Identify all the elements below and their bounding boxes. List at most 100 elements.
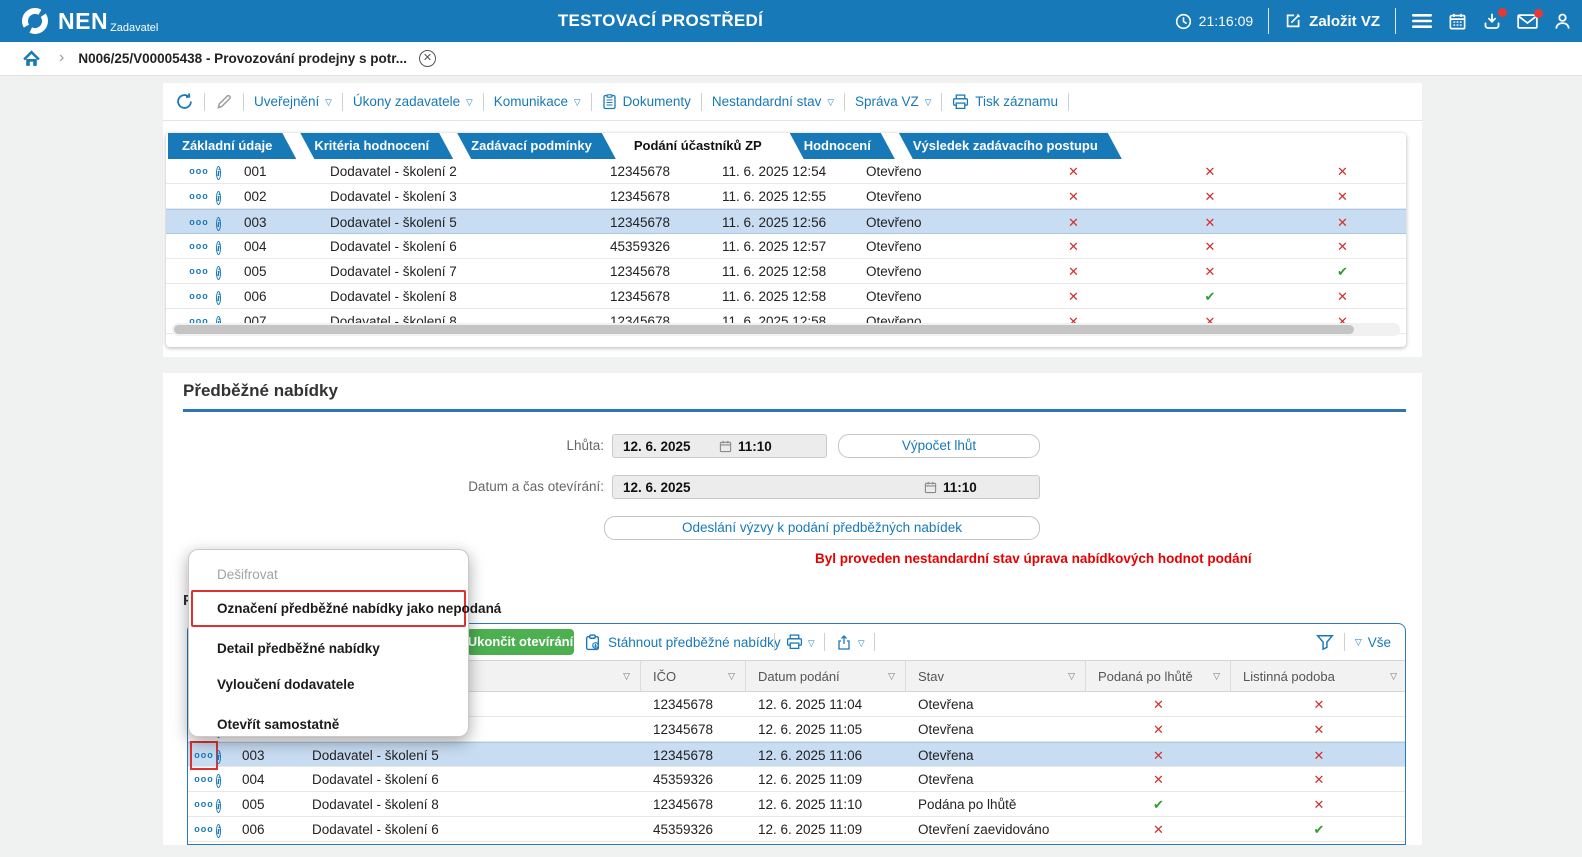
toolbar-separator — [701, 93, 702, 111]
info-icon[interactable]: i — [216, 191, 221, 205]
row-menu-icon[interactable]: ooo — [194, 767, 214, 792]
check-mark-icon: ✔ — [1205, 289, 1216, 304]
column-filter-icon[interactable]: ▽ — [728, 671, 735, 682]
row-menu-icon[interactable]: ooo — [182, 210, 216, 235]
table-row[interactable]: oooi003Dodavatel - školení 51234567811. … — [166, 209, 1406, 234]
dropdown-arrow-icon: ▽ — [325, 97, 332, 108]
toolbar-link-nestandardn-stav[interactable]: Nestandardní stav▽ — [712, 94, 834, 109]
tab-z-kladn-daje[interactable]: Základní údaje — [168, 133, 296, 159]
table-row[interactable]: oooi005Dodavatel - školení 81234567812. … — [188, 792, 1405, 817]
row-menu-icon[interactable]: ooo — [194, 743, 214, 768]
context-menu-item-ozna-en-p-edb-n-nab-dky-jako-nepodan[interactable]: Označení předběžné nabídky jako nepodaná — [191, 590, 466, 627]
toolbar-link-spr-va-vz[interactable]: Správa VZ▽ — [855, 94, 931, 109]
table-row[interactable]: oooi002Dodavatel - školení 31234567811. … — [166, 184, 1406, 209]
tab-krit-ria-hodnocen[interactable]: Kritéria hodnocení — [300, 133, 453, 159]
toolbar-link-kony-zadavatele[interactable]: Úkony zadavatele▽ — [353, 94, 473, 109]
breadcrumb-close-icon[interactable]: ✕ — [419, 50, 436, 67]
info-icon[interactable]: i — [216, 750, 221, 764]
table-row[interactable]: oooi004Dodavatel - školení 64535932611. … — [166, 234, 1406, 259]
table-row[interactable]: oooi003Dodavatel - školení 51234567812. … — [188, 742, 1405, 767]
column-filter-icon[interactable]: ▽ — [623, 671, 630, 682]
cell-ico: 45359326 — [610, 234, 722, 259]
opening-datetime-field[interactable]: 12. 6. 2025 11:10 — [612, 475, 1040, 499]
row-info: i — [216, 259, 244, 284]
toolbar-link-label: Dokumenty — [623, 94, 691, 109]
toolbar-link-komunikace[interactable]: Komunikace▽ — [494, 94, 581, 109]
row-menu-icon[interactable]: ooo — [182, 159, 216, 184]
row-menu-icon[interactable]: ooo — [182, 259, 216, 284]
table-row[interactable]: oooi005Dodavatel - školení 71234567811. … — [166, 259, 1406, 284]
column-filter-icon[interactable]: ▽ — [888, 671, 895, 682]
create-vz-button[interactable]: Založit VZ — [1284, 12, 1380, 30]
toolbar-link-tisk-z-znamu[interactable]: Tisk záznamu — [952, 94, 1058, 110]
info-icon[interactable]: i — [216, 166, 221, 180]
send-call-button[interactable]: Odeslání výzvy k podání předběžných nabí… — [604, 516, 1040, 540]
finish-opening-button[interactable]: Ukončit otevírání — [467, 629, 574, 655]
calendar-small-icon[interactable] — [719, 440, 732, 453]
toolbar-link-label: Komunikace — [494, 94, 568, 109]
deadline-datetime-field[interactable]: 12. 6. 2025 11:10 — [612, 434, 827, 458]
show-all-filter[interactable]: ▽ Vše — [1355, 635, 1391, 650]
messages-button[interactable] — [1517, 13, 1538, 30]
deadline-time-value: 11:10 — [738, 439, 826, 454]
row-menu-icon[interactable]: ooo — [182, 234, 216, 259]
toolbar-separator — [941, 93, 942, 111]
column-filter-icon[interactable]: ▽ — [1068, 671, 1075, 682]
edit-button[interactable] — [215, 93, 233, 111]
topbar-divider — [1268, 8, 1269, 34]
table-row[interactable]: oooi006Dodavatel - školení 64535932612. … — [188, 817, 1405, 842]
main-menu-button[interactable] — [1411, 13, 1433, 29]
context-menu-item-vylou-en-dodavatele[interactable]: Vyloučení dodavatele — [193, 670, 464, 700]
calendar-small-icon[interactable] — [924, 481, 937, 494]
home-button[interactable] — [22, 50, 41, 68]
tab-v-sledek-zad-vac-ho-postupu[interactable]: Výsledek zadávacího postupu — [899, 133, 1122, 159]
print-dropdown-icon[interactable]: ▽ — [808, 638, 815, 649]
toolbar-link-uve-ejn-n[interactable]: Uveřejnění▽ — [254, 94, 332, 109]
cell-status: Otevřeno — [866, 184, 1006, 209]
info-icon[interactable]: i — [216, 266, 221, 280]
refresh-button[interactable] — [175, 92, 194, 111]
column-filter-icon[interactable]: ▽ — [1213, 671, 1220, 682]
context-menu-item-detail-p-edb-n-nab-dky[interactable]: Detail předběžné nabídky — [193, 634, 464, 664]
info-icon[interactable]: i — [216, 799, 221, 813]
download-offers-button[interactable]: Stáhnout předběžné nabídky — [584, 624, 781, 660]
tab-pod-n-astn-k-zp[interactable]: Podání účastníků ZP — [620, 133, 786, 159]
tab-hodnocen[interactable]: Hodnocení — [790, 133, 895, 159]
context-menu-item-de-ifrovat[interactable]: Dešifrovat — [193, 560, 464, 590]
column-filter-icon[interactable]: ▽ — [1390, 671, 1397, 682]
info-icon[interactable]: i — [216, 217, 221, 231]
calc-deadlines-button[interactable]: Výpočet lhůt — [838, 434, 1040, 458]
document-icon — [602, 94, 617, 110]
export-dropdown-icon[interactable]: ▽ — [858, 638, 865, 649]
row-menu-icon[interactable]: ooo — [194, 817, 214, 842]
row-menu-icon[interactable]: ooo — [194, 792, 214, 817]
info-icon[interactable]: i — [216, 291, 221, 305]
topbar-actions: 21:16:09 Založit VZ — [1175, 0, 1572, 42]
horizontal-scrollbar-thumb[interactable] — [174, 325, 1354, 334]
table-row[interactable]: oooi006Dodavatel - školení 81234567811. … — [166, 284, 1406, 309]
cell-date: 11. 6. 2025 12:57 — [722, 234, 866, 259]
cell-number: 001 — [244, 159, 330, 184]
info-icon[interactable]: i — [216, 774, 221, 788]
info-icon[interactable]: i — [216, 824, 221, 838]
info-icon[interactable]: i — [216, 241, 221, 255]
filter-funnel-icon — [1316, 634, 1334, 651]
export-button[interactable] — [836, 634, 852, 651]
filter-button[interactable] — [1316, 634, 1334, 651]
print-button[interactable] — [786, 634, 803, 650]
context-menu-item-otev-t-samostatn[interactable]: Otevřít samostatně — [193, 710, 464, 740]
row-menu-icon[interactable]: ooo — [182, 284, 216, 309]
table-row[interactable]: oooi004Dodavatel - školení 64535932612. … — [188, 767, 1405, 792]
downloads-button[interactable] — [1482, 12, 1502, 31]
cell-flag: ✕ — [1006, 284, 1141, 309]
clock-time: 21:16:09 — [1199, 13, 1254, 29]
profile-button[interactable] — [1553, 12, 1572, 31]
breadcrumb-record-title[interactable]: N006/25/V00005438 - Provozování prodejny… — [78, 51, 407, 66]
tab-zad-vac-podm-nky[interactable]: Zadávací podmínky — [457, 133, 616, 159]
toolbar-link-dokumenty[interactable]: Dokumenty — [602, 94, 691, 110]
row-menu-icon[interactable]: ooo — [182, 184, 216, 209]
nen-logo[interactable]: NEN Zadavatel — [20, 0, 158, 42]
table-row[interactable]: oooi001Dodavatel - školení 21234567811. … — [166, 159, 1406, 184]
calendar-button[interactable] — [1448, 12, 1467, 31]
cell-date: 11. 6. 2025 12:56 — [722, 210, 866, 235]
